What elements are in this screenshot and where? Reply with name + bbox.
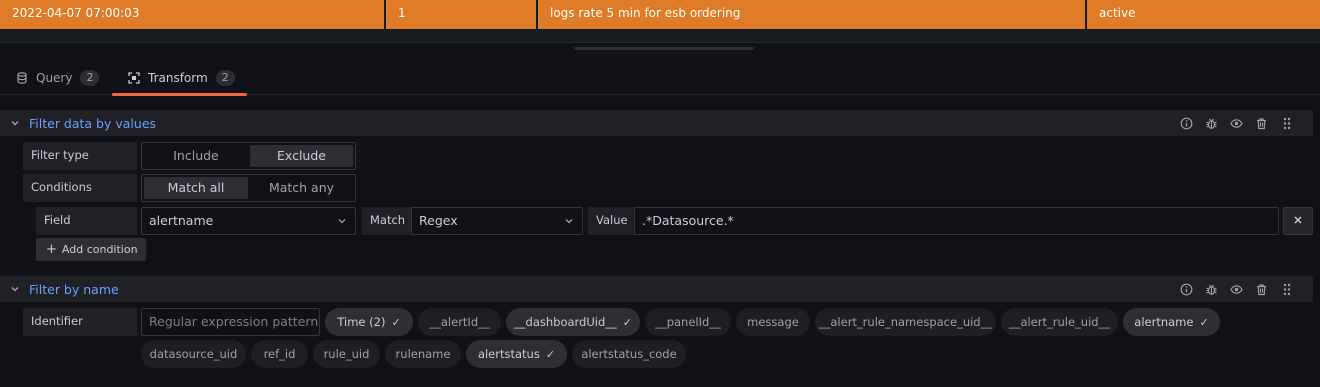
check-icon: ✓ [622, 316, 632, 329]
filter-type-exclude[interactable]: Exclude [250, 145, 353, 167]
field-chip[interactable]: rulename [385, 340, 461, 368]
remove-condition-button[interactable] [1283, 207, 1313, 235]
filter-name-title: Filter by name [29, 281, 119, 297]
field-chip[interactable]: rule_uid [313, 340, 380, 368]
filter-name-header[interactable]: Filter by name [0, 276, 1313, 302]
table-cell-rulename: logs rate 5 min for esb ordering [538, 0, 1087, 29]
value-input[interactable]: .*Datasource.* [634, 207, 1279, 235]
filter-values-title: Filter data by values [29, 115, 157, 131]
filter-name-tools [1174, 276, 1299, 302]
chevron-down-icon[interactable] [8, 282, 22, 296]
add-condition-button[interactable]: + Add condition [36, 238, 146, 261]
drag-handle-icon[interactable] [1274, 276, 1299, 302]
field-chip[interactable]: Time (2) ✓ [325, 308, 413, 336]
info-icon[interactable] [1174, 276, 1199, 302]
regex-pattern-placeholder: Regular expression pattern [149, 314, 319, 329]
table-cell-time: 2022-04-07 07:00:03 [0, 0, 386, 29]
tab-query-count: 2 [80, 69, 100, 86]
panel-resize-handle[interactable] [574, 47, 754, 50]
field-chip[interactable]: __panelId__ [645, 308, 731, 336]
transform-icon [128, 71, 140, 84]
debug-icon[interactable] [1199, 110, 1224, 136]
tab-transform[interactable]: Transform 2 [112, 60, 247, 96]
regex-pattern-input[interactable]: Regular expression pattern [141, 308, 320, 336]
table-footer [0, 29, 1320, 43]
field-select-value: alertname [149, 213, 214, 228]
conditions-match-any[interactable]: Match any [250, 177, 353, 199]
eye-icon[interactable] [1224, 276, 1249, 302]
table-cell-state: active [1099, 6, 1136, 20]
field-chip[interactable]: message [736, 308, 810, 336]
field-chip[interactable]: __alert_rule_namespace_uid__ [815, 308, 996, 336]
close-icon [1293, 214, 1303, 228]
filter-values-tools [1174, 110, 1299, 136]
filter-type-include[interactable]: Include [144, 145, 248, 167]
field-chip[interactable]: alertstatus ✓ [466, 340, 567, 368]
value-label: Value [588, 207, 636, 235]
add-condition-label: Add condition [61, 243, 138, 256]
chevron-down-icon [337, 208, 347, 234]
field-label: Field [36, 207, 137, 235]
tab-transform-label: Transform [148, 70, 208, 85]
field-select[interactable]: alertname [141, 207, 356, 235]
plus-icon: + [46, 242, 57, 257]
filter-values-header[interactable]: Filter data by values [0, 110, 1313, 136]
conditions-match-all[interactable]: Match all [144, 177, 248, 199]
debug-icon[interactable] [1199, 276, 1224, 302]
field-chip[interactable]: __alert_rule_uid__ [1001, 308, 1118, 336]
chevron-down-icon[interactable] [8, 116, 22, 130]
database-icon [16, 71, 28, 84]
table-cell-value: 1 [386, 0, 538, 29]
eye-icon[interactable] [1224, 110, 1249, 136]
identifier-label: Identifier [23, 308, 137, 336]
match-label: Match [362, 207, 414, 235]
trash-icon[interactable] [1249, 110, 1274, 136]
field-chip[interactable]: __dashboardUid__ ✓ [506, 308, 640, 336]
table-row: 2022-04-07 07:00:03 1 logs rate 5 min fo… [0, 0, 1320, 29]
trash-icon[interactable] [1249, 276, 1274, 302]
match-select[interactable]: Regex [411, 207, 583, 235]
field-chip[interactable]: __alertId__ [418, 308, 501, 336]
field-chip[interactable]: alertname ✓ [1123, 308, 1220, 336]
check-icon: ✓ [391, 316, 401, 329]
field-chip[interactable]: alertstatus_code [572, 340, 686, 368]
editor-tabs: Query 2 Transform 2 [0, 60, 1320, 96]
check-icon: ✓ [1199, 316, 1209, 329]
tab-query[interactable]: Query 2 [16, 60, 100, 95]
tab-transform-count: 2 [215, 69, 235, 86]
filter-type-label: Filter type [23, 142, 137, 170]
filter-type-radio-group: Include Exclude [141, 142, 356, 170]
match-select-value: Regex [419, 213, 458, 228]
field-chip[interactable]: datasource_uid [141, 340, 246, 368]
conditions-radio-group: Match all Match any [141, 174, 356, 202]
chevron-down-icon [564, 208, 574, 234]
info-icon[interactable] [1174, 110, 1199, 136]
field-chip[interactable]: ref_id [251, 340, 308, 368]
check-icon: ✓ [545, 348, 556, 361]
drag-handle-icon[interactable] [1274, 110, 1299, 136]
conditions-label: Conditions [23, 174, 137, 202]
tab-query-label: Query [36, 70, 73, 85]
